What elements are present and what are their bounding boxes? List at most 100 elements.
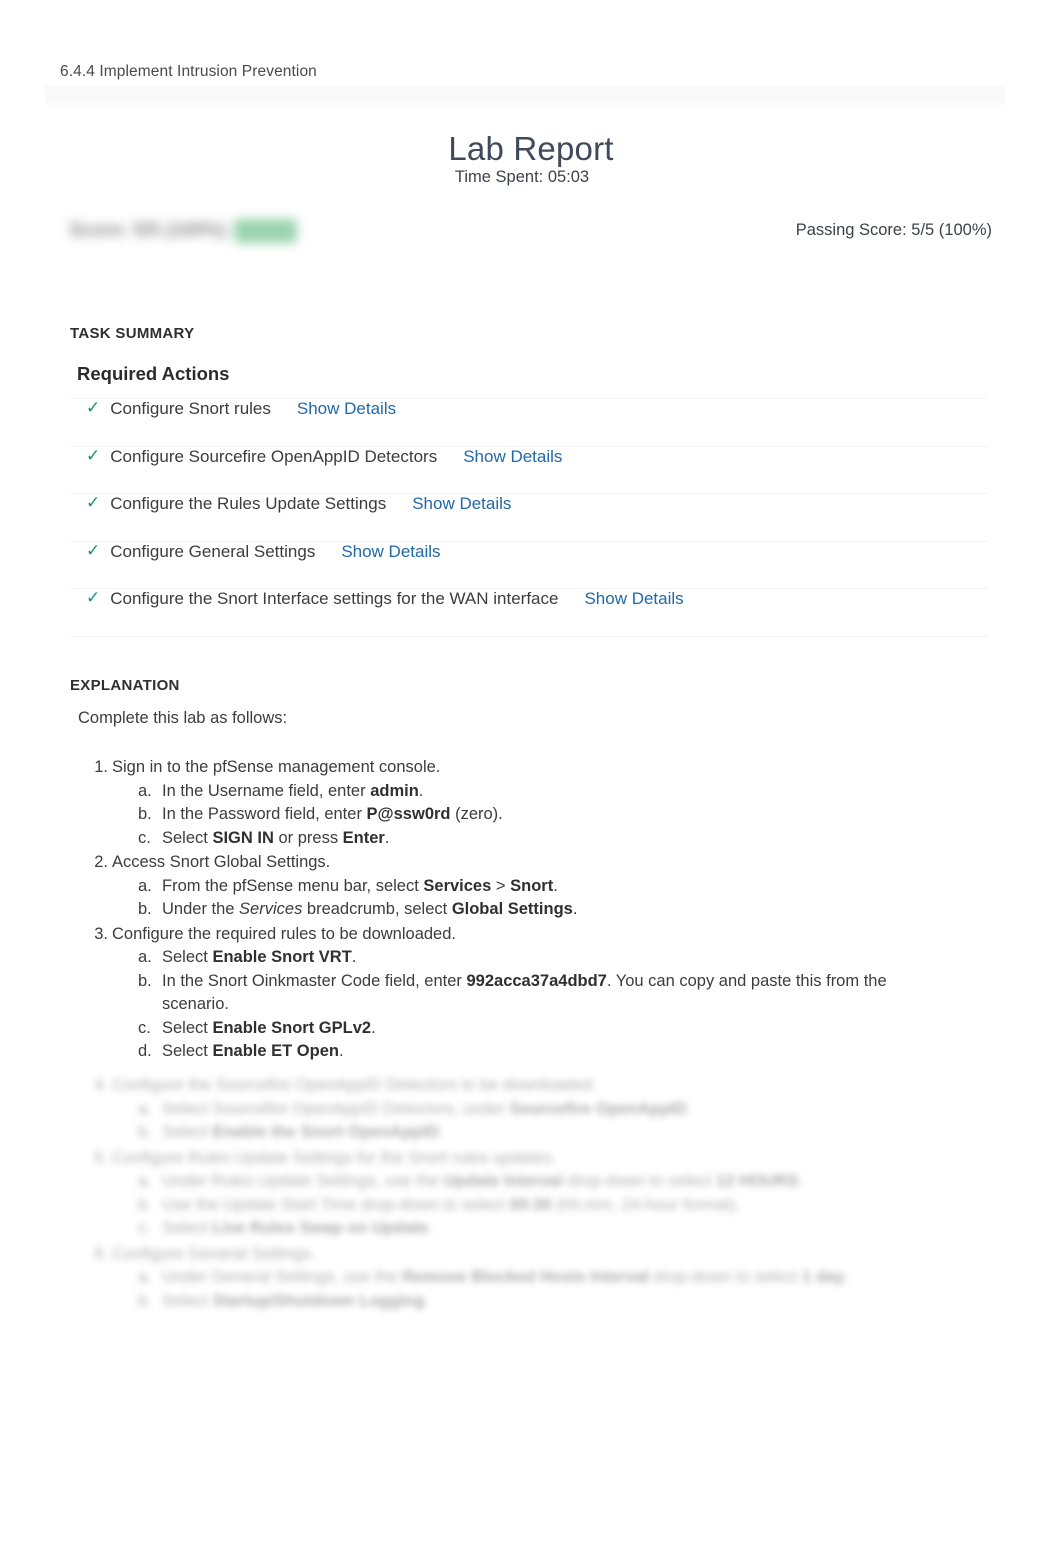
substep-letter: d. — [138, 1042, 152, 1060]
explanation-substeps: a. From the pfSense menu bar, select Serv… — [112, 875, 958, 922]
substep-letter: a. — [138, 1099, 152, 1118]
step-text: Access Snort Global Settings. — [112, 853, 331, 871]
explanation-substeps: a. Select Sourcefire OpenAppID Detectors,… — [112, 1098, 958, 1145]
explanation-substeps: a. Under General Settings, use the Remove… — [112, 1266, 958, 1313]
required-action-row: ✓ Configure the Rules Update Settings Show… — [70, 494, 988, 542]
explanation-substep: a. Under Rules Update Settings, use the U… — [138, 1170, 958, 1194]
explanation-substep: c. Select Live Rules Swap on Update. — [138, 1217, 958, 1241]
step-number: 4. — [94, 1076, 108, 1094]
page-title: Lab Report — [448, 130, 614, 168]
time-spent-label: Time Spent: 05:03 — [454, 168, 590, 186]
explanation-substep: a. Under General Settings, use the Remove… — [138, 1266, 958, 1290]
step-number: 5. — [94, 1148, 108, 1167]
explanation-substep: b. Use the Update Start Time drop-down to… — [138, 1194, 958, 1218]
substep-letter: c. — [138, 1219, 151, 1237]
explanation-substeps: a. Select Enable Snort VRT. b. In the Snort… — [112, 946, 958, 1064]
step-text: Configure Rules Update Settings for the … — [112, 1148, 556, 1167]
substep-text: Select Enable ET Open. — [162, 1042, 344, 1060]
pass-badge: Pass — [234, 219, 297, 243]
substep-letter: c. — [138, 828, 151, 847]
substep-text: In the Snort Oinkmaster Code field, ente… — [162, 971, 887, 1014]
check-icon: ✓ — [86, 445, 101, 465]
substep-letter: b. — [138, 1291, 152, 1310]
show-details-link[interactable]: Show Details — [412, 494, 511, 514]
check-icon: ✓ — [86, 588, 101, 607]
required-action-label: Configure Snort rules — [110, 399, 271, 418]
substep-letter: c. — [138, 1018, 151, 1037]
required-actions-list: ✓ Configure Snort rules Show Details ✓ Confi… — [70, 398, 988, 637]
passing-score-label: Passing Score: 5/5 (100%) — [795, 221, 992, 239]
required-action-label: Configure General Settings — [110, 541, 316, 561]
explanation-substep: a. From the pfSense menu bar, select Serv… — [138, 875, 958, 899]
substep-text: Select SIGN IN or press Enter. — [162, 828, 390, 847]
step-number: 1. — [94, 758, 108, 776]
explanation-step: 5. Configure Rules Update Settings for th… — [78, 1147, 958, 1241]
header-band-divider — [45, 85, 1005, 109]
substep-text: From the pfSense menu bar, select Servic… — [162, 876, 558, 895]
explanation-step: 4. Configure the Sourcefire OpenAppID Det… — [78, 1074, 958, 1145]
explanation-steps: 1. Sign in to the pfSense management cons… — [78, 756, 958, 1065]
explanation-substeps: a. Under Rules Update Settings, use the U… — [112, 1170, 958, 1241]
substep-letter: a. — [138, 781, 152, 800]
required-actions-heading: Required Actions — [77, 363, 230, 384]
check-icon: ✓ — [86, 398, 101, 417]
explanation-substep: b. In the Snort Oinkmaster Code field, en… — [138, 970, 958, 1017]
explanation-substep: a. Select Enable Snort VRT. — [138, 946, 958, 970]
required-action-row: ✓ Configure Sourcefire OpenAppID Detector… — [70, 445, 988, 494]
substep-text: Select Enable Snort VRT. — [162, 948, 357, 966]
substep-letter: a. — [138, 1172, 152, 1190]
explanation-substep: d. Select Enable ET Open. — [138, 1040, 958, 1064]
explanation-substeps: a. In the Username field, enter admin. b. I… — [112, 780, 958, 851]
explanation-steps-redacted: 4. Configure the Sourcefire OpenAppID Det… — [78, 1074, 958, 1315]
explanation-heading: EXPLANATION — [70, 677, 180, 694]
substep-text: Under General Settings, use the Remove B… — [162, 1268, 849, 1286]
step-number: 6. — [94, 1244, 108, 1263]
explanation-step: 3. Configure the required rules to be dow… — [78, 923, 958, 1064]
show-details-link[interactable]: Show Details — [463, 447, 562, 467]
step-text: Configure the required rules to be downl… — [112, 924, 456, 943]
substep-letter: a. — [138, 1268, 152, 1286]
substep-text: Under Rules Update Settings, use the Upd… — [162, 1172, 804, 1190]
explanation-intro: Complete this lab as follows: — [78, 709, 288, 727]
score-row: Score: 5/5 (100%) Pass Passing Score: 5/5… — [60, 215, 1002, 255]
explanation-substep: b. Select Startup/Shutdown Logging. — [138, 1290, 958, 1314]
substep-text: Select Live Rules Swap on Update. — [162, 1219, 433, 1237]
step-number: 3. — [94, 924, 108, 943]
check-icon: ✓ — [86, 540, 101, 560]
lab-report-page: 6.4.4 Implement Intrusion Prevention Lab… — [0, 0, 1062, 1556]
substep-text: Select Startup/Shutdown Logging. — [162, 1291, 429, 1310]
required-action-label: Configure the Snort Interface settings f… — [110, 589, 559, 608]
show-details-link[interactable]: Show Details — [341, 542, 440, 562]
substep-text: In the Username field, enter admin. — [162, 781, 424, 800]
explanation-substep: b. Under the Services breadcrumb, select … — [138, 898, 958, 922]
explanation-substep: c. Select Enable Snort GPLv2. — [138, 1017, 958, 1041]
substep-text: Use the Update Start Time drop-down to s… — [162, 1195, 740, 1214]
show-details-link[interactable]: Show Details — [297, 399, 396, 419]
task-summary-heading: TASK SUMMARY — [70, 325, 195, 342]
substep-letter: b. — [138, 900, 152, 918]
substep-text: In the Password field, enter P@ssw0rd (z… — [162, 805, 503, 823]
check-icon: ✓ — [86, 493, 101, 512]
step-text: Configure General Settings. — [112, 1244, 316, 1263]
explanation-substep: a. In the Username field, enter admin. — [138, 780, 958, 804]
required-action-label: Configure the Rules Update Settings — [110, 494, 387, 513]
explanation-substep: b. In the Password field, enter P@ssw0rd … — [138, 803, 958, 827]
substep-letter: b. — [138, 805, 152, 823]
substep-text: Under the Services breadcrumb, select Gl… — [162, 900, 578, 918]
breadcrumb: 6.4.4 Implement Intrusion Prevention — [60, 63, 317, 80]
substep-text: Select Enable the Snort OpenAppID. — [162, 1123, 444, 1141]
substep-text: Select Enable Snort GPLv2. — [162, 1018, 376, 1037]
substep-letter: a. — [138, 876, 152, 895]
score-redacted: Score: 5/5 (100%) Pass — [69, 219, 297, 243]
show-details-link[interactable]: Show Details — [584, 589, 683, 609]
required-action-label: Configure Sourcefire OpenAppID Detectors — [110, 446, 438, 466]
substep-letter: b. — [138, 971, 152, 990]
explanation-substep: c. Select SIGN IN or press Enter. — [138, 827, 958, 851]
substep-letter: a. — [138, 948, 152, 966]
required-action-row: ✓ Configure General Settings Show Details — [70, 540, 988, 589]
substep-letter: b. — [138, 1123, 152, 1141]
score-value: Score: 5/5 (100%) — [69, 220, 227, 241]
substep-letter: b. — [138, 1195, 152, 1214]
explanation-step: 1. Sign in to the pfSense management cons… — [78, 756, 958, 850]
explanation-step: 2. Access Snort Global Settings. a. From th… — [78, 851, 958, 922]
